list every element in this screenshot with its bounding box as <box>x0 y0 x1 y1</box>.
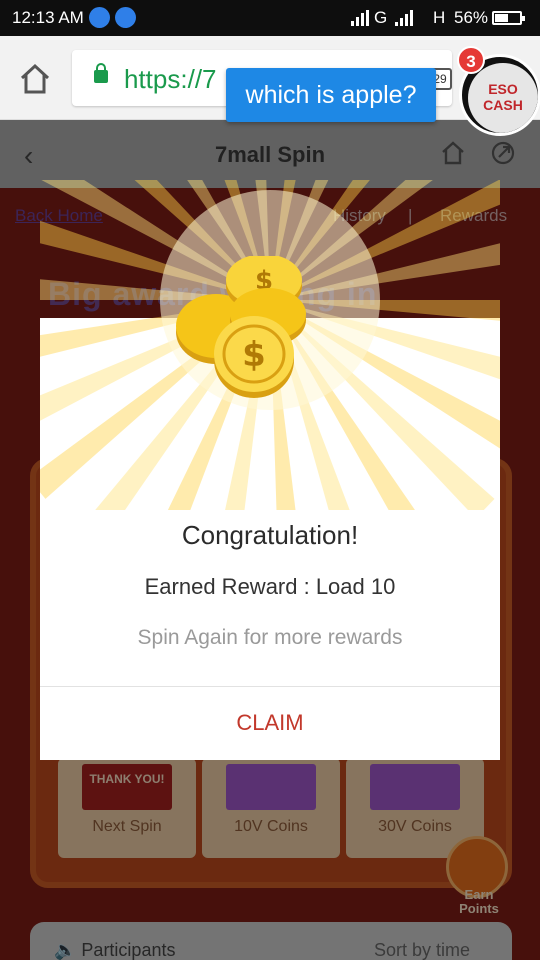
dialog-title: Congratulation! <box>181 520 359 550</box>
network-type-1: G <box>374 8 388 27</box>
peso-cash-logo: ESO CASH <box>468 63 538 133</box>
home-icon[interactable] <box>18 62 52 96</box>
reward-text: Earned Reward : Load 10 <box>144 574 396 599</box>
battery-icon <box>492 11 525 25</box>
svg-text:$: $ <box>242 335 266 375</box>
status-bar: 12:13 AM G H 56% <box>0 0 540 36</box>
message-icon <box>115 7 136 28</box>
claim-button[interactable]: CLAIM <box>40 686 500 760</box>
notification-badge: 3 <box>457 46 485 74</box>
spin-again-text: Spin Again for more rewards <box>137 626 403 649</box>
signal-icon <box>351 10 369 26</box>
lock-icon <box>94 63 108 83</box>
logo-text-1: ESO <box>488 81 518 97</box>
messenger-icon <box>89 7 110 28</box>
chat-tooltip[interactable]: which is apple? <box>226 68 436 122</box>
gold-coins-icon: $ $ <box>176 256 306 398</box>
url-text[interactable]: https://7 <box>124 64 217 95</box>
battery-percent: 56% <box>454 8 489 27</box>
signal-icon-2 <box>395 10 425 26</box>
network-type-2: H <box>433 8 446 27</box>
logo-text-2: CASH <box>483 97 523 113</box>
status-time: 12:13 AM <box>12 8 84 27</box>
